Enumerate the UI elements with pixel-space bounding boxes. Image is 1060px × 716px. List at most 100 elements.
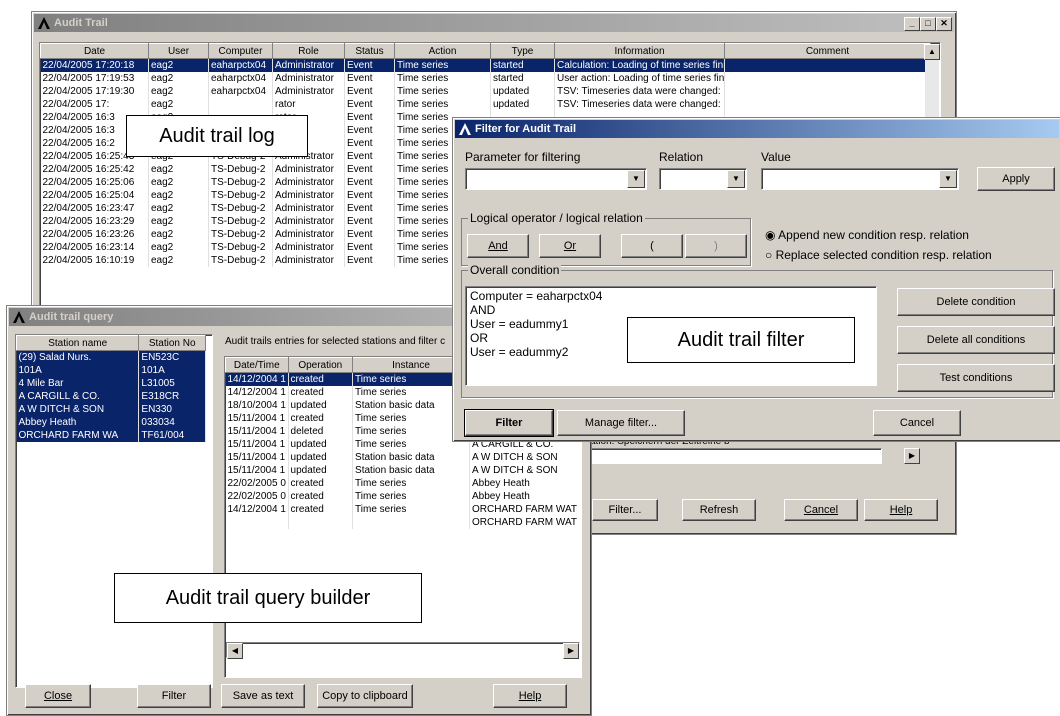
station-list[interactable]: Station name Station No (29) Salad Nurs. E… bbox=[15, 334, 213, 688]
table-cell: Administrator bbox=[272, 215, 345, 228]
table-cell bbox=[288, 516, 354, 529]
table-row[interactable]: 4 Mile Bar L31005 bbox=[16, 377, 206, 390]
close-button[interactable]: Close bbox=[25, 684, 91, 708]
table-cell: Abbey Heath bbox=[16, 416, 140, 429]
table-row[interactable]: 22/04/2005 17:19:30 eag2 eaharpctx04 Admini… bbox=[40, 85, 931, 98]
info-hscroll[interactable] bbox=[590, 448, 882, 464]
condition-line[interactable]: AND bbox=[470, 303, 872, 317]
chevron-down-icon[interactable]: ▼ bbox=[939, 170, 957, 188]
entries-hscroll[interactable] bbox=[226, 642, 580, 658]
column-header[interactable]: Station name bbox=[16, 335, 140, 351]
audit-help-button[interactable]: Help bbox=[864, 499, 938, 521]
table-row[interactable]: 22/04/2005 17:20:18 eag2 eaharpctx04 Admini… bbox=[40, 58, 931, 72]
scroll-up-icon[interactable]: ▲ bbox=[924, 44, 940, 60]
audit-trail-titlebar[interactable]: Audit Trail _ □ ✕ bbox=[34, 14, 954, 32]
delete-condition-button[interactable]: Delete condition bbox=[897, 288, 1055, 316]
table-cell: 22/04/2005 17:19:53 bbox=[40, 72, 149, 85]
table-cell: ORCHARD FARM WA bbox=[16, 429, 140, 442]
audit-cancel-button[interactable]: Cancel bbox=[784, 499, 858, 521]
radio-append[interactable]: ◉ Append new condition resp. relation bbox=[765, 228, 969, 242]
column-header[interactable]: Date bbox=[40, 43, 149, 59]
query-help-button[interactable]: Help bbox=[493, 684, 567, 708]
table-cell: Event bbox=[344, 85, 395, 98]
table-cell: Event bbox=[344, 72, 395, 85]
and-button[interactable]: And bbox=[467, 234, 529, 258]
table-row[interactable]: 22/04/2005 17:19:53 eag2 eaharpctx04 Admini… bbox=[40, 72, 931, 85]
table-cell: Event bbox=[344, 202, 395, 215]
filter-apply-button[interactable]: Filter bbox=[464, 409, 554, 437]
value-label: Value bbox=[761, 150, 791, 164]
table-cell: TS-Debug-2 bbox=[208, 189, 273, 202]
table-cell: 22/04/2005 17: bbox=[40, 98, 149, 111]
maximize-icon[interactable]: □ bbox=[920, 17, 936, 31]
query-filter-button[interactable]: Filter bbox=[137, 684, 211, 708]
refresh-button[interactable]: Refresh bbox=[682, 499, 756, 521]
test-conditions-button[interactable]: Test conditions bbox=[897, 364, 1055, 392]
table-cell: Administrator bbox=[272, 254, 345, 267]
table-cell: TS-Debug-2 bbox=[208, 228, 273, 241]
column-header[interactable]: Role bbox=[272, 43, 345, 59]
scroll-left-icon[interactable]: ◀ bbox=[227, 643, 243, 659]
table-cell: Time series bbox=[352, 490, 471, 503]
table-cell: Administrator bbox=[272, 176, 345, 189]
table-row[interactable]: A W DITCH & SON EN330 bbox=[16, 403, 206, 416]
delete-all-button[interactable]: Delete all conditions bbox=[897, 326, 1055, 354]
table-cell: Event bbox=[344, 150, 395, 163]
column-header[interactable]: Station No bbox=[138, 335, 206, 351]
table-cell: created bbox=[288, 386, 354, 399]
column-header[interactable]: Computer bbox=[208, 43, 273, 59]
param-dropdown[interactable]: ▼ bbox=[465, 168, 647, 190]
table-cell: eag2 bbox=[148, 189, 209, 202]
apply-button[interactable]: Apply bbox=[977, 167, 1055, 191]
table-cell: 101A bbox=[16, 364, 140, 377]
table-cell: Abbey Heath bbox=[469, 477, 581, 490]
table-row[interactable]: Abbey Heath 033034 bbox=[16, 416, 206, 429]
close-icon[interactable]: ✕ bbox=[936, 17, 952, 31]
table-row[interactable]: 22/04/2005 17: eag2 rator Event Time series u… bbox=[40, 98, 931, 111]
table-row[interactable]: A CARGILL & CO. E318CR bbox=[16, 390, 206, 403]
chevron-down-icon[interactable]: ▼ bbox=[627, 170, 645, 188]
relation-dropdown[interactable]: ▼ bbox=[659, 168, 747, 190]
save-as-text-button[interactable]: Save as text bbox=[221, 684, 305, 708]
table-row[interactable]: 22/02/2005 0 created Time series Abbey Heat… bbox=[225, 490, 581, 503]
table-row[interactable]: 14/12/2004 1 created Time series ORCHARD FA… bbox=[225, 503, 581, 516]
column-header[interactable]: Action bbox=[394, 43, 491, 59]
manage-filter-button[interactable]: Manage filter... bbox=[557, 410, 685, 436]
column-header[interactable]: Status bbox=[344, 43, 395, 59]
or-button[interactable]: Or bbox=[539, 234, 601, 258]
table-row[interactable]: (29) Salad Nurs. EN523C bbox=[16, 350, 206, 364]
column-header[interactable]: Type bbox=[490, 43, 555, 59]
audit-filter-button[interactable]: Filter... bbox=[592, 499, 658, 521]
scroll-right-icon[interactable]: ▶ bbox=[563, 643, 579, 659]
filter-titlebar[interactable]: Filter for Audit Trail bbox=[455, 120, 1059, 138]
table-row[interactable]: ORCHARD FARM WAT bbox=[225, 516, 581, 529]
table-cell: Event bbox=[344, 228, 395, 241]
table-row[interactable]: 22/02/2005 0 created Time series Abbey Heat… bbox=[225, 477, 581, 490]
column-header[interactable]: Information bbox=[554, 43, 725, 59]
minimize-icon[interactable]: _ bbox=[904, 17, 920, 31]
column-header[interactable]: User bbox=[148, 43, 209, 59]
table-cell: rator bbox=[272, 98, 345, 111]
radio-replace[interactable]: ○ Replace selected condition resp. relat… bbox=[765, 248, 992, 262]
table-row[interactable]: 101A 101A bbox=[16, 364, 206, 377]
table-row[interactable]: 15/11/2004 1 updated Station basic data A W… bbox=[225, 451, 581, 464]
table-row[interactable]: 15/11/2004 1 updated Station basic data A W… bbox=[225, 464, 581, 477]
scroll-right-icon[interactable]: ▶ bbox=[904, 448, 920, 464]
open-paren-button[interactable]: ( bbox=[621, 234, 683, 258]
column-header[interactable]: Comment bbox=[724, 43, 931, 59]
table-row[interactable]: ORCHARD FARM WA TF61/004 bbox=[16, 429, 206, 442]
table-cell bbox=[352, 516, 471, 529]
table-cell: eag2 bbox=[148, 98, 209, 111]
table-cell: Event bbox=[344, 163, 395, 176]
table-cell: ORCHARD FARM WAT bbox=[469, 516, 581, 529]
column-header[interactable]: Date/Time bbox=[225, 357, 289, 373]
table-cell: 22/04/2005 16:25:06 bbox=[40, 176, 149, 189]
logical-group-label: Logical operator / logical relation bbox=[468, 211, 645, 225]
condition-line[interactable]: Computer = eaharpctx04 bbox=[470, 289, 872, 303]
close-paren-button[interactable]: ) bbox=[685, 234, 747, 258]
value-dropdown[interactable]: ▼ bbox=[761, 168, 959, 190]
filter-cancel-button[interactable]: Cancel bbox=[873, 410, 961, 436]
column-header[interactable]: Operation bbox=[287, 357, 354, 373]
chevron-down-icon[interactable]: ▼ bbox=[727, 170, 745, 188]
copy-to-clipboard-button[interactable]: Copy to clipboard bbox=[317, 684, 413, 708]
